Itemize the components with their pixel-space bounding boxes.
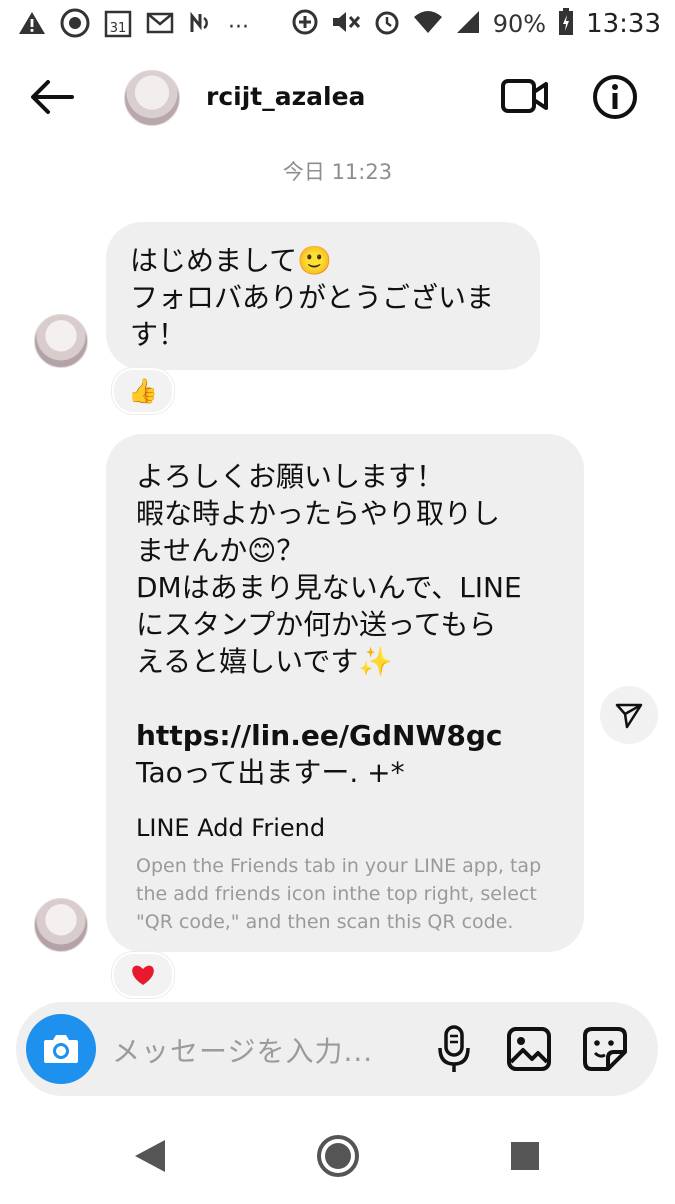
system-nav-bar (0, 1110, 675, 1200)
warning-icon (18, 10, 46, 45)
nav-back-icon[interactable] (135, 1140, 165, 1172)
wifi-icon (413, 9, 443, 39)
message-link[interactable]: https://lin.ee/GdNW8gc (136, 717, 522, 754)
camera-icon (44, 1035, 78, 1063)
camera-button[interactable] (26, 1014, 96, 1084)
voice-message-button[interactable] (436, 1024, 472, 1074)
svg-text:31: 31 (110, 21, 127, 36)
link-preview-description: Open the Friends tab in your LINE app, t… (136, 855, 542, 933)
calendar-icon: 31 (104, 8, 132, 47)
message-timestamp: 今日 11:23 (282, 160, 393, 184)
avatar[interactable] (124, 70, 180, 126)
chat-header: rcijt_azalea (0, 60, 675, 140)
message-bubble[interactable]: はじめまして🙂 フォロバありがとうございま す！ (106, 222, 540, 370)
alarm-icon (373, 8, 401, 40)
info-icon (593, 75, 637, 119)
nav-recents-icon[interactable] (511, 1142, 539, 1170)
share-button[interactable] (600, 686, 658, 744)
arrow-left-icon (31, 80, 74, 114)
link-preview-title[interactable]: LINE Add Friend (136, 814, 325, 842)
gallery-button[interactable] (506, 1026, 552, 1072)
paper-plane-icon (615, 703, 643, 729)
nfc-icon (188, 10, 214, 45)
mute-icon (331, 9, 361, 39)
message-text: はじめまして🙂 フォロバありがとうございま す！ (130, 244, 495, 351)
reaction-badge[interactable] (112, 952, 174, 998)
sender-avatar[interactable] (34, 898, 88, 952)
nav-home-icon[interactable] (317, 1135, 359, 1177)
message-bubble[interactable]: よろしくお願いします！ 暇な時よかったらやり取りし ませんか😊？ DMはあまり見… (106, 434, 584, 952)
signal-icon (455, 9, 481, 39)
sender-avatar[interactable] (34, 314, 88, 368)
back-button[interactable] (28, 72, 78, 122)
video-call-button[interactable] (500, 76, 550, 116)
mail-icon (146, 11, 174, 44)
video-camera-icon (501, 79, 548, 113)
battery-percent: 90% (492, 10, 547, 38)
info-button[interactable] (592, 74, 638, 120)
app-notification-icon (60, 8, 90, 47)
message-composer: メッセージを入力... (16, 1002, 658, 1096)
message-text: よろしくお願いします！ 暇な時よかったらやり取りし ませんか😊？ DMはあまり見… (136, 460, 522, 789)
reaction-badge[interactable]: 👍 (112, 368, 174, 414)
image-icon (507, 1027, 551, 1071)
sticker-icon (583, 1027, 627, 1071)
username[interactable]: rcijt_azalea (206, 82, 365, 111)
status-bar: 31 ··· 90% 13:33 (0, 0, 675, 46)
data-saver-icon (291, 8, 319, 40)
clock: 13:33 (586, 9, 661, 39)
sticker-button[interactable] (582, 1026, 628, 1072)
heart-icon (132, 965, 154, 985)
more-notifications-icon: ··· (228, 14, 249, 40)
thumbs-up-icon: 👍 (128, 377, 158, 405)
battery-icon (558, 8, 574, 40)
microphone-icon (438, 1025, 470, 1072)
message-input[interactable]: メッセージを入力... (112, 1030, 373, 1070)
